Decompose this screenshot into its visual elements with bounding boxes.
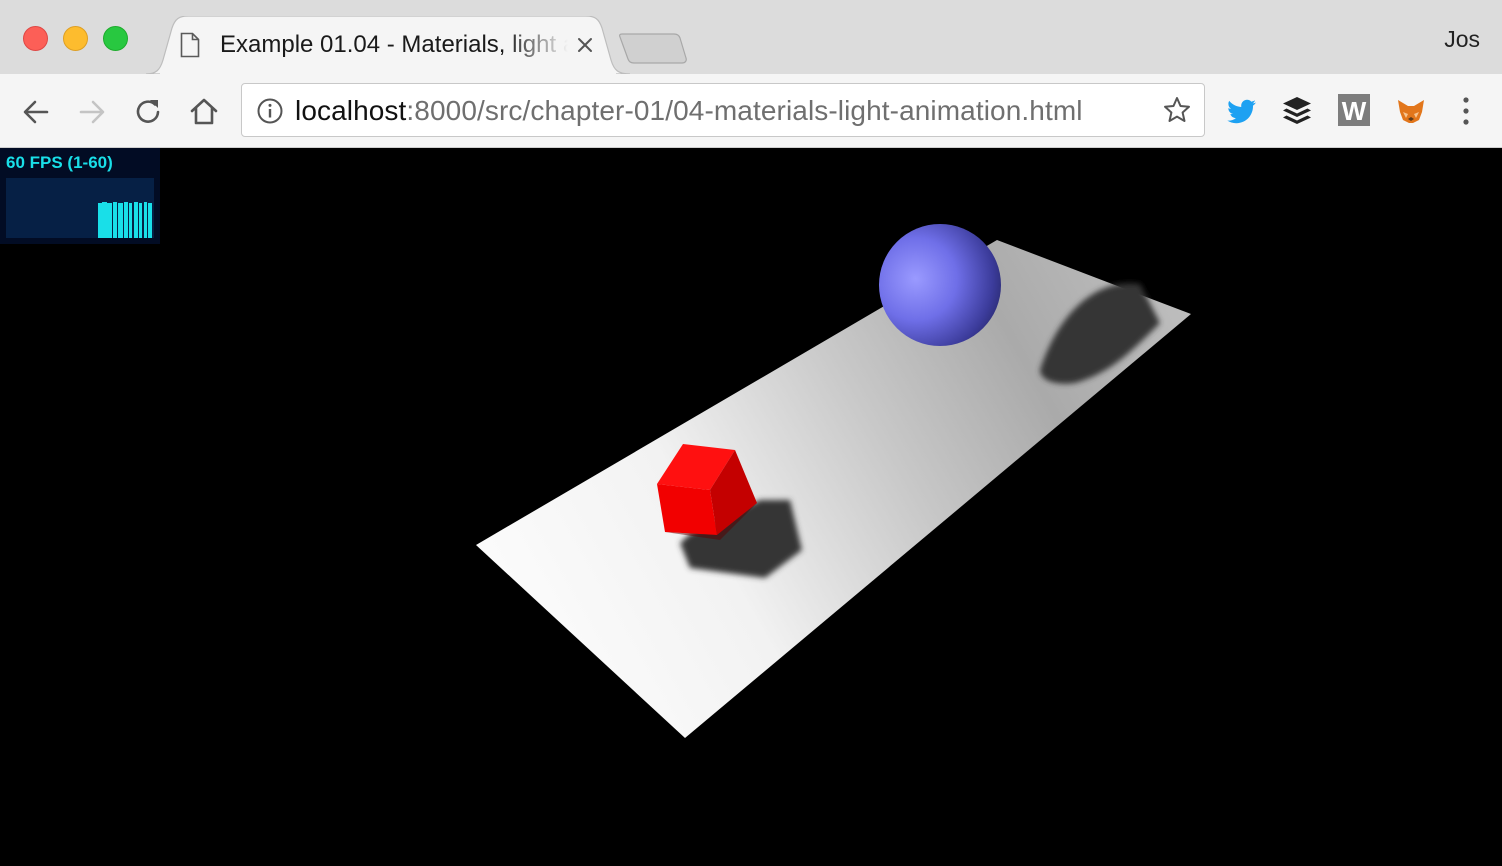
webgl-canvas[interactable]	[0, 148, 1502, 866]
page-icon	[180, 32, 200, 63]
fps-stats-panel[interactable]: 60 FPS (1-60)	[0, 148, 160, 244]
twitter-icon[interactable]	[1223, 92, 1261, 130]
metamask-fox-icon[interactable]	[1392, 92, 1430, 130]
home-icon[interactable]	[186, 94, 222, 130]
close-icon[interactable]	[576, 36, 594, 59]
w-extension-icon[interactable]: W	[1336, 92, 1374, 130]
zoom-window-button[interactable]	[103, 26, 128, 51]
url-path: :8000/src/chapter-01/04-materials-light-…	[406, 95, 1083, 126]
url-host: localhost	[295, 95, 407, 126]
svg-text:W: W	[1342, 96, 1367, 126]
title-bar: Example 01.04 - Materials, light animati…	[0, 0, 1502, 74]
arrow-right-icon[interactable]	[74, 94, 110, 130]
tab-title: Example 01.04 - Materials, light animati…	[220, 31, 568, 58]
star-icon[interactable]	[1162, 95, 1192, 130]
kebab-menu-icon[interactable]	[1458, 94, 1474, 133]
info-icon[interactable]	[256, 97, 284, 130]
buffer-icon[interactable]	[1278, 92, 1316, 130]
profile-name[interactable]: Jos	[1444, 26, 1480, 53]
address-bar[interactable]: localhost:8000/src/chapter-01/04-materia…	[241, 83, 1205, 137]
reload-icon[interactable]	[130, 94, 166, 130]
blue-sphere	[879, 224, 1001, 346]
page-viewport[interactable]: 60 FPS (1-60)	[0, 148, 1502, 866]
new-tab-button[interactable]	[618, 32, 688, 69]
close-window-button[interactable]	[23, 26, 48, 51]
url-text[interactable]: localhost:8000/src/chapter-01/04-materia…	[295, 95, 1083, 127]
fps-label: 60 FPS (1-60)	[6, 153, 113, 172]
browser-toolbar: localhost:8000/src/chapter-01/04-materia…	[0, 74, 1502, 148]
arrow-left-icon[interactable]	[18, 94, 54, 130]
active-tab[interactable]: Example 01.04 - Materials, light animati…	[146, 16, 630, 74]
minimize-window-button[interactable]	[63, 26, 88, 51]
fps-graph	[6, 178, 154, 238]
